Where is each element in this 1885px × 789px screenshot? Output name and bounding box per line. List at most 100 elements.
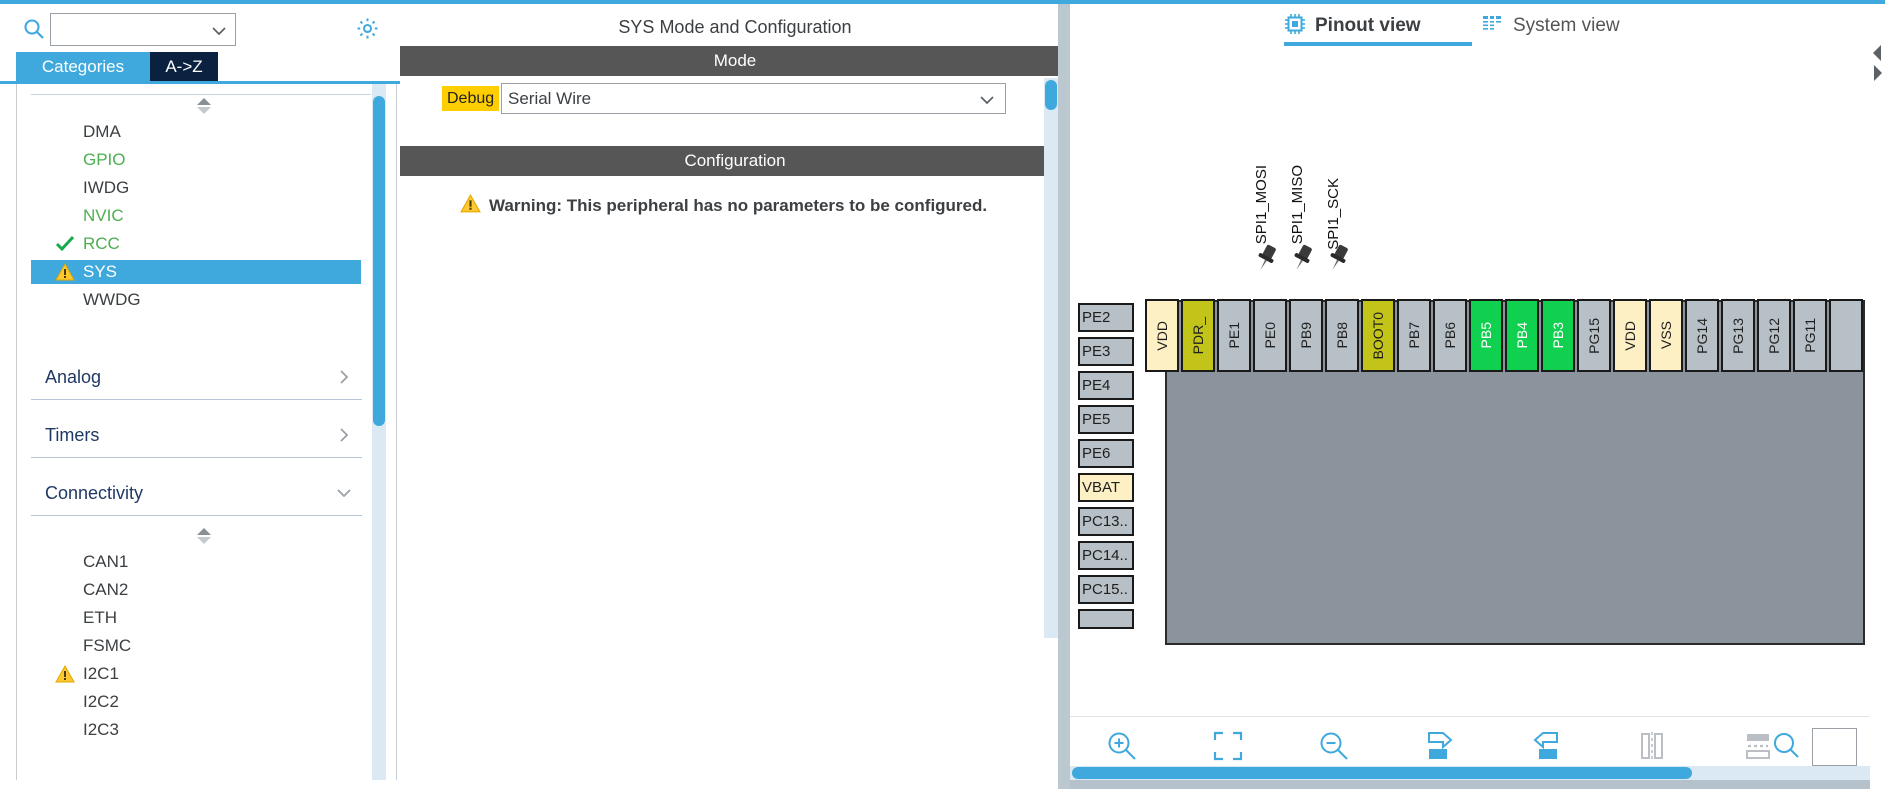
pin-top-pb5[interactable]: PB5	[1469, 299, 1503, 372]
pin-top-pg11[interactable]: PG11	[1793, 299, 1827, 372]
right-splitter-collapse-arrows-icon[interactable]	[1871, 42, 1883, 86]
tab-categories[interactable]: Categories	[16, 52, 150, 81]
spinner-up-icon	[197, 98, 211, 105]
pin-left-pe3[interactable]: PE3	[1078, 337, 1134, 366]
pin-label: VSS	[1658, 321, 1674, 350]
tab-categories-label: Categories	[41, 56, 125, 76]
pinout-search-input[interactable]	[1812, 728, 1857, 766]
peripherals-panel: Categories A->Z DMA GPIO IWDG NVIC RCC S…	[0, 4, 400, 789]
pin-top-pb6[interactable]: PB6	[1433, 299, 1467, 372]
peripheral-label: CAN1	[83, 552, 129, 571]
tab-system-view[interactable]: System view	[1482, 10, 1620, 42]
chevron-down-icon[interactable]	[979, 93, 995, 105]
pin-label: BOOT0	[1370, 311, 1386, 360]
pin-top-pe0[interactable]: PE0	[1253, 299, 1287, 372]
search-row	[0, 8, 400, 50]
peripheral-item-can1[interactable]: CAN1	[31, 550, 361, 574]
tab-pinout-view[interactable]: Pinout view	[1284, 10, 1421, 42]
peripheral-label: FSMC	[83, 636, 132, 655]
pin-top-pb9[interactable]: PB9	[1289, 299, 1323, 372]
gear-icon[interactable]	[355, 16, 380, 41]
pin-left-pc13[interactable]: PC13..	[1078, 507, 1134, 536]
fit-to-screen-icon[interactable]	[1211, 729, 1255, 765]
peripheral-tree-scrollbar-track-lower[interactable]	[372, 470, 386, 784]
peripheral-item-wwdg[interactable]: WWDG	[31, 288, 361, 312]
scroll-spinner-top[interactable]	[197, 98, 215, 114]
peripheral-item-fsmc[interactable]: FSMC	[31, 634, 361, 658]
peripheral-tree[interactable]: DMA GPIO IWDG NVIC RCC SYS WWDG Analog T…	[16, 84, 397, 784]
pinout-hscrollbar-thumb[interactable]	[1072, 767, 1692, 779]
group-label: Connectivity	[45, 483, 144, 503]
pin-left-pe4[interactable]: PE4	[1078, 371, 1134, 400]
group-label: Analog	[45, 367, 102, 387]
pin-left-next[interactable]	[1078, 609, 1134, 629]
pin-top-vss[interactable]: VSS	[1649, 299, 1683, 372]
pin-top-pg15[interactable]: PG15	[1577, 299, 1611, 372]
pin-top-pg13[interactable]: PG13	[1721, 299, 1755, 372]
tab-pinout-view-label: Pinout view	[1315, 15, 1421, 36]
search-icon[interactable]	[1770, 729, 1814, 765]
peripheral-item-gpio[interactable]: GPIO	[31, 148, 361, 172]
pin-top-boot0[interactable]: BOOT0	[1361, 299, 1395, 372]
peripheral-item-iwdg[interactable]: IWDG	[31, 176, 361, 200]
group-timers[interactable]: Timers	[31, 414, 362, 458]
rotate-left-icon[interactable]	[1529, 729, 1573, 765]
pinout-canvas[interactable]: SPI1_MOSI SPI1_MISO SPI1_SCK VDD PDR_ PE…	[1070, 48, 1870, 760]
peripheral-label: WWDG	[83, 290, 141, 309]
pin-left-pc14[interactable]: PC14..	[1078, 541, 1134, 570]
rotate-right-icon[interactable]	[1423, 729, 1467, 765]
zoom-in-icon[interactable]	[1105, 729, 1149, 765]
pin-label: PE6	[1082, 445, 1111, 462]
group-connectivity[interactable]: Connectivity	[31, 472, 362, 516]
pin-label: PE4	[1082, 377, 1111, 394]
active-tab-underline	[1284, 42, 1472, 46]
pin-top-extra[interactable]	[1829, 299, 1863, 372]
pin-top-pg14[interactable]: PG14	[1685, 299, 1719, 372]
peripheral-label: NVIC	[83, 206, 124, 225]
pin-top-vdd-2[interactable]: VDD	[1613, 299, 1647, 372]
pin-top-pg12[interactable]: PG12	[1757, 299, 1791, 372]
pin-left-pe5[interactable]: PE5	[1078, 405, 1134, 434]
pin-top-vdd-1[interactable]: VDD	[1145, 299, 1179, 372]
pin-left-pe6[interactable]: PE6	[1078, 439, 1134, 468]
status-icon-none	[55, 123, 81, 141]
pin-top-pb8[interactable]: PB8	[1325, 299, 1359, 372]
mode-section-body: Debug Serial Wire	[400, 76, 1070, 123]
mode-section-header: Mode	[400, 46, 1070, 76]
pin-top-pb3[interactable]: PB3	[1541, 299, 1575, 372]
peripheral-item-i2c2[interactable]: I2C2	[31, 690, 361, 714]
peripheral-item-dma[interactable]: DMA	[31, 120, 361, 144]
peripheral-item-eth[interactable]: ETH	[31, 606, 361, 630]
chevron-down-icon[interactable]	[211, 24, 227, 36]
search-input[interactable]	[57, 18, 207, 41]
peripheral-item-nvic[interactable]: NVIC	[31, 204, 361, 228]
pin-top-pdr[interactable]: PDR_	[1181, 299, 1215, 372]
pin-left-pe2[interactable]: PE2	[1078, 303, 1134, 332]
peripheral-item-i2c3[interactable]: I2C3	[31, 718, 361, 742]
pin-left-pc15[interactable]: PC15..	[1078, 575, 1134, 604]
tab-a-to-z[interactable]: A->Z	[150, 52, 218, 81]
status-icon-none	[55, 693, 81, 711]
scroll-spinner-connectivity[interactable]	[197, 528, 215, 544]
pin-top-pb4[interactable]: PB4	[1505, 299, 1539, 372]
pin-top-pb7[interactable]: PB7	[1397, 299, 1431, 372]
pin-label: PB6	[1442, 322, 1458, 349]
right-edge-strip	[1870, 4, 1885, 789]
search-combobox[interactable]	[50, 13, 236, 46]
group-analog[interactable]: Analog	[31, 356, 362, 400]
configuration-scrollbar-track[interactable]	[1044, 78, 1058, 638]
spinner-down-icon	[197, 537, 211, 544]
flip-vertical-icon[interactable]	[1635, 729, 1679, 765]
configuration-scrollbar-thumb[interactable]	[1045, 80, 1057, 110]
panel-splitter-left[interactable]	[1058, 4, 1070, 789]
pin-top-pe1[interactable]: PE1	[1217, 299, 1251, 372]
pin-left-vbat[interactable]: VBAT	[1078, 473, 1134, 502]
peripheral-item-can2[interactable]: CAN2	[31, 578, 361, 602]
debug-mode-dropdown[interactable]: Serial Wire	[501, 83, 1006, 114]
peripheral-item-i2c1[interactable]: I2C1	[31, 662, 361, 686]
pin-label: PG13	[1730, 317, 1746, 354]
peripheral-item-sys[interactable]: SYS	[31, 260, 361, 284]
zoom-out-icon[interactable]	[1317, 729, 1361, 765]
peripheral-item-rcc[interactable]: RCC	[31, 232, 361, 256]
peripheral-tree-scrollbar-thumb[interactable]	[373, 96, 385, 426]
